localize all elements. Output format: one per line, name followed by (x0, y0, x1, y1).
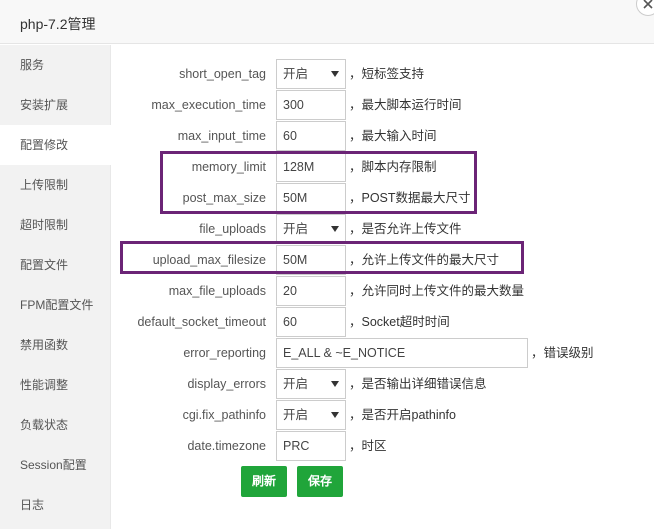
field-hint: ，短标签支持 (349, 67, 425, 81)
field-label: display_errors (187, 377, 266, 391)
default-socket-timeout-input[interactable]: 60 (276, 307, 346, 337)
field-hint: ，是否开启pathinfo (349, 408, 456, 422)
field-hint: ，最大脚本运行时间 (349, 98, 462, 112)
field-hint: ，最大输入时间 (349, 129, 437, 143)
sidebar-item-session-config[interactable]: Session配置 (0, 445, 111, 485)
sidebar-item-timeout-limit[interactable]: 超时限制 (0, 205, 111, 245)
window-title: php-7.2管理 (20, 16, 96, 32)
field-label: date.timezone (187, 439, 266, 453)
display-errors-select[interactable]: 开启 (276, 369, 346, 399)
file-uploads-select[interactable]: 开启 (276, 214, 346, 244)
field-hint: ，错误级别 (531, 346, 594, 360)
short-open-tag-select[interactable]: 开启 (276, 59, 346, 89)
select-value: 开启 (283, 408, 309, 422)
sidebar-item-disabled-functions[interactable]: 禁用函数 (0, 325, 111, 365)
field-label: max_execution_time (151, 98, 266, 112)
sidebar: 服务 安装扩展 配置修改 上传限制 超时限制 配置文件 FPM配置文件 禁用函数… (0, 45, 112, 529)
cgi-fix-pathinfo-select[interactable]: 开启 (276, 400, 346, 430)
max-file-uploads-input[interactable]: 20 (276, 276, 346, 306)
field-label: max_input_time (177, 129, 266, 143)
field-hint: ，时区 (349, 439, 387, 453)
field-label: short_open_tag (179, 67, 266, 81)
select-value: 开启 (283, 377, 309, 391)
dropdown-arrow-icon (331, 381, 339, 387)
field-label: cgi.fix_pathinfo (182, 408, 266, 422)
save-button[interactable]: 保存 (297, 466, 344, 497)
sidebar-item-install-extensions[interactable]: 安装扩展 (0, 85, 111, 125)
max-execution-time-input[interactable]: 300 (276, 90, 346, 120)
sidebar-item-load-status[interactable]: 负载状态 (0, 405, 111, 445)
field-hint: ，是否允许上传文件 (349, 222, 462, 236)
refresh-button[interactable]: 刷新 (241, 466, 288, 497)
dropdown-arrow-icon (331, 226, 339, 232)
field-hint: ，允许同时上传文件的最大数量 (349, 284, 525, 298)
highlight-box-upload-max-filesize (120, 241, 524, 274)
window-titlebar: php-7.2管理 (0, 0, 654, 44)
sidebar-item-performance-tuning[interactable]: 性能调整 (0, 365, 111, 405)
field-label: error_reporting (183, 346, 266, 360)
field-hint: ，Socket超时时间 (349, 315, 450, 329)
sidebar-item-config-modify[interactable]: 配置修改 (0, 125, 112, 165)
highlight-box-memory-post (160, 151, 477, 214)
dropdown-arrow-icon (331, 71, 339, 77)
field-hint: ，是否输出详细错误信息 (349, 377, 487, 391)
field-label: max_file_uploads (168, 284, 266, 298)
sidebar-item-fpm-config-file[interactable]: FPM配置文件 (0, 285, 111, 325)
sidebar-item-logs[interactable]: 日志 (0, 485, 111, 525)
close-icon (643, 0, 653, 9)
sidebar-item-upload-limit[interactable]: 上传限制 (0, 165, 111, 205)
dropdown-arrow-icon (331, 412, 339, 418)
field-label: default_socket_timeout (137, 315, 266, 329)
error-reporting-input[interactable]: E_ALL & ~E_NOTICE (276, 338, 528, 368)
sidebar-item-service[interactable]: 服务 (0, 45, 111, 85)
field-label: file_uploads (199, 222, 266, 236)
select-value: 开启 (283, 222, 309, 236)
max-input-time-input[interactable]: 60 (276, 121, 346, 151)
select-value: 开启 (283, 67, 309, 81)
date-timezone-input[interactable]: PRC (276, 431, 346, 461)
sidebar-item-config-file[interactable]: 配置文件 (0, 245, 111, 285)
